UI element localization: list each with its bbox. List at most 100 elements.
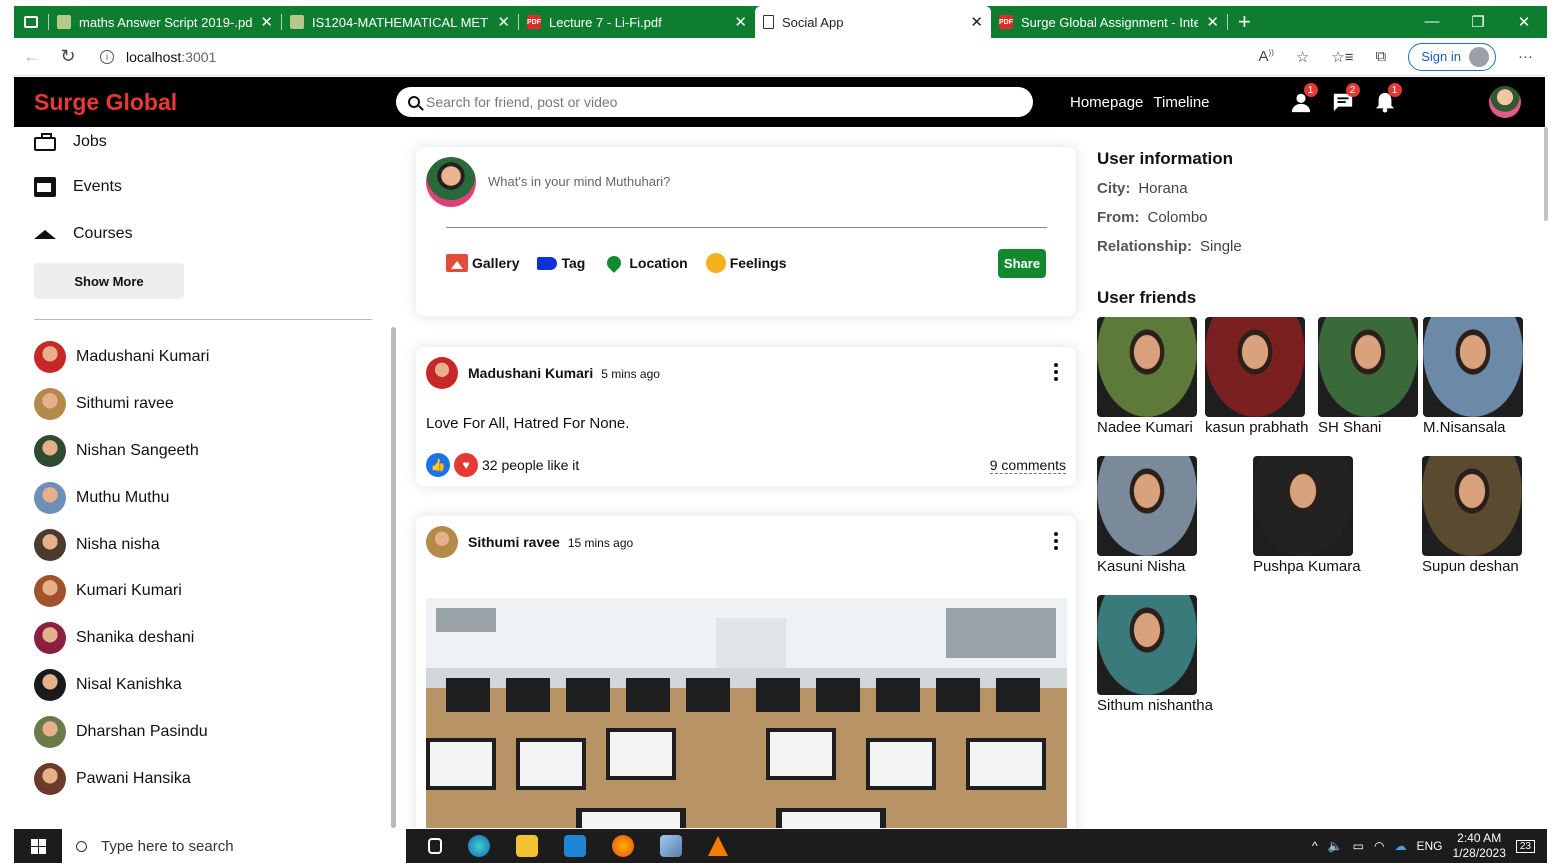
share-input[interactable] [488, 174, 988, 189]
tag-option[interactable]: Tag [537, 253, 585, 273]
homepage-link[interactable]: Homepage [1070, 94, 1143, 111]
heart-icon[interactable]: ♥ [454, 453, 478, 477]
messages-icon[interactable]: 2 [1332, 83, 1360, 113]
sidebar-scrollbar[interactable] [391, 327, 396, 828]
browser-tab-active[interactable]: Social App ✕ [755, 6, 991, 38]
notifications-icon[interactable]: 1 [1374, 83, 1402, 113]
timeline-link[interactable]: Timeline [1153, 94, 1209, 111]
like-icon[interactable]: 👍 [426, 453, 450, 477]
friend-name: Madushani Kumari [76, 348, 210, 365]
user-friend-card[interactable]: Pushpa Kumara [1253, 456, 1361, 575]
sidebar-item-jobs[interactable]: Jobs [34, 133, 107, 151]
user-friend-card[interactable]: Kasuni Nisha [1097, 456, 1197, 575]
app-logo[interactable]: Surge Global [34, 89, 396, 116]
notifications-badge[interactable]: 23 [1515, 839, 1535, 853]
volume-icon[interactable]: 🔈 [1328, 839, 1343, 853]
minimize-icon[interactable]: — [1409, 13, 1455, 31]
wifi-icon[interactable]: ◠ [1374, 839, 1384, 853]
user-friend-card[interactable]: Supun deshan [1422, 456, 1522, 575]
friend-list-item[interactable]: Sithumi ravee [34, 388, 174, 420]
lang-label[interactable]: ENG [1416, 839, 1442, 853]
app-icon[interactable] [660, 835, 682, 857]
collections-icon[interactable]: ⧉ [1376, 48, 1387, 65]
url-port: :3001 [181, 48, 217, 65]
sidebar-item-courses[interactable]: Courses [34, 225, 133, 243]
more-vert-icon[interactable] [1054, 532, 1058, 553]
vlc-icon[interactable] [708, 836, 728, 856]
friend-list-item[interactable]: Dharshan Pasindu [34, 716, 208, 748]
new-tab-icon[interactable]: + [1228, 9, 1261, 35]
more-icon[interactable]: ··· [1518, 48, 1533, 65]
firefox-icon[interactable] [612, 835, 634, 857]
edge-icon[interactable] [468, 835, 490, 857]
onedrive-icon[interactable]: ☁ [1394, 839, 1406, 853]
battery-icon[interactable]: ▭ [1353, 839, 1364, 853]
browser-tab[interactable]: PDF Surge Global Assignment - Intern ✕ [991, 6, 1227, 38]
friend-list-item[interactable]: Nisal Kanishka [34, 669, 182, 701]
pdf-doc-icon [57, 15, 71, 29]
more-vert-icon[interactable] [1054, 363, 1058, 384]
tab-actions-icon[interactable] [14, 6, 48, 38]
close-icon[interactable]: ✕ [734, 13, 747, 31]
window-controls: — ❐ ✕ [1409, 13, 1547, 31]
task-view-icon[interactable] [428, 838, 442, 854]
chevron-up-icon[interactable]: ^ [1312, 839, 1318, 853]
friend-list-item[interactable]: Shanika deshani [34, 622, 194, 654]
sidebar-item-events[interactable]: Events [34, 177, 122, 197]
user-avatar[interactable] [1489, 86, 1521, 118]
read-aloud-icon[interactable]: A)) [1259, 48, 1274, 65]
close-icon[interactable]: ✕ [497, 13, 510, 31]
refresh-icon[interactable]: ↻ [50, 46, 86, 67]
file-explorer-icon[interactable] [516, 835, 538, 857]
avatar[interactable] [426, 357, 458, 389]
close-window-icon[interactable]: ✕ [1501, 13, 1547, 31]
restore-icon[interactable]: ❐ [1455, 13, 1501, 31]
clock[interactable]: 2:40 AM 1/28/2023 [1452, 831, 1505, 861]
avatar[interactable] [426, 526, 458, 558]
comments-link[interactable]: 9 comments [989, 457, 1066, 474]
sign-in-button[interactable]: Sign in [1408, 42, 1496, 71]
post-header: Sithumi ravee 15 mins ago [468, 534, 633, 550]
user-friend-card[interactable]: M.Nisansala [1423, 317, 1523, 436]
browser-tab[interactable]: PDF Lecture 7 - Li-Fi.pdf ✕ [519, 6, 755, 38]
search-input[interactable] [426, 94, 1033, 110]
user-friend-card[interactable]: SH Shani [1318, 317, 1418, 436]
gallery-option[interactable]: Gallery [446, 253, 519, 273]
page-scrollbar[interactable] [1544, 127, 1548, 221]
favorite-add-icon[interactable]: ☆ [1296, 48, 1309, 66]
user-friend-card[interactable]: kasun prabhath [1205, 317, 1308, 436]
friend-list-item[interactable]: Kumari Kumari [34, 575, 182, 607]
post-author[interactable]: Madushani Kumari [468, 365, 593, 381]
close-icon[interactable]: ✕ [970, 13, 983, 31]
windows-start-icon[interactable] [14, 829, 62, 863]
tab-title: Lecture 7 - Li-Fi.pdf [549, 14, 662, 30]
friend-list-item[interactable]: Pawani Hansika [34, 763, 191, 795]
friend-requests-badge: 1 [1303, 83, 1318, 97]
info-icon[interactable]: i [100, 49, 114, 64]
user-friend-card[interactable]: Sithum nishantha [1097, 595, 1213, 714]
friend-list-item[interactable]: Madushani Kumari [34, 341, 209, 373]
avatar[interactable] [426, 157, 476, 207]
friend-list-item[interactable]: Nishan Sangeeth [34, 435, 199, 467]
post-time: 15 mins ago [567, 536, 634, 550]
user-friend-card[interactable]: Nadee Kumari [1097, 317, 1197, 436]
share-button[interactable]: Share [998, 249, 1046, 278]
url-field[interactable]: i localhost:3001 [100, 49, 216, 65]
favorites-icon[interactable]: ☆≡ [1331, 48, 1353, 66]
feelings-option[interactable]: Feelings [705, 253, 786, 273]
friend-photo [1097, 317, 1197, 417]
friend-photo [1422, 456, 1522, 556]
friend-list-item[interactable]: Muthu Muthu [34, 482, 169, 514]
friend-requests-icon[interactable]: 1 [1290, 83, 1318, 113]
taskbar-search[interactable]: Type here to search [62, 829, 406, 863]
location-option[interactable]: Location [603, 253, 688, 273]
post-author[interactable]: Sithumi ravee [468, 534, 560, 550]
back-icon[interactable]: ← [14, 46, 50, 67]
vscode-icon[interactable] [564, 835, 586, 857]
browser-tab[interactable]: maths Answer Script 2019-.pdf ✕ [49, 6, 281, 38]
close-icon[interactable]: ✕ [260, 13, 273, 31]
show-more-button[interactable]: Show More [34, 263, 184, 299]
close-icon[interactable]: ✕ [1206, 13, 1219, 31]
friend-list-item[interactable]: Nisha nisha [34, 529, 160, 561]
browser-tab[interactable]: IS1204-MATHEMATICAL METHO ✕ [282, 6, 518, 38]
